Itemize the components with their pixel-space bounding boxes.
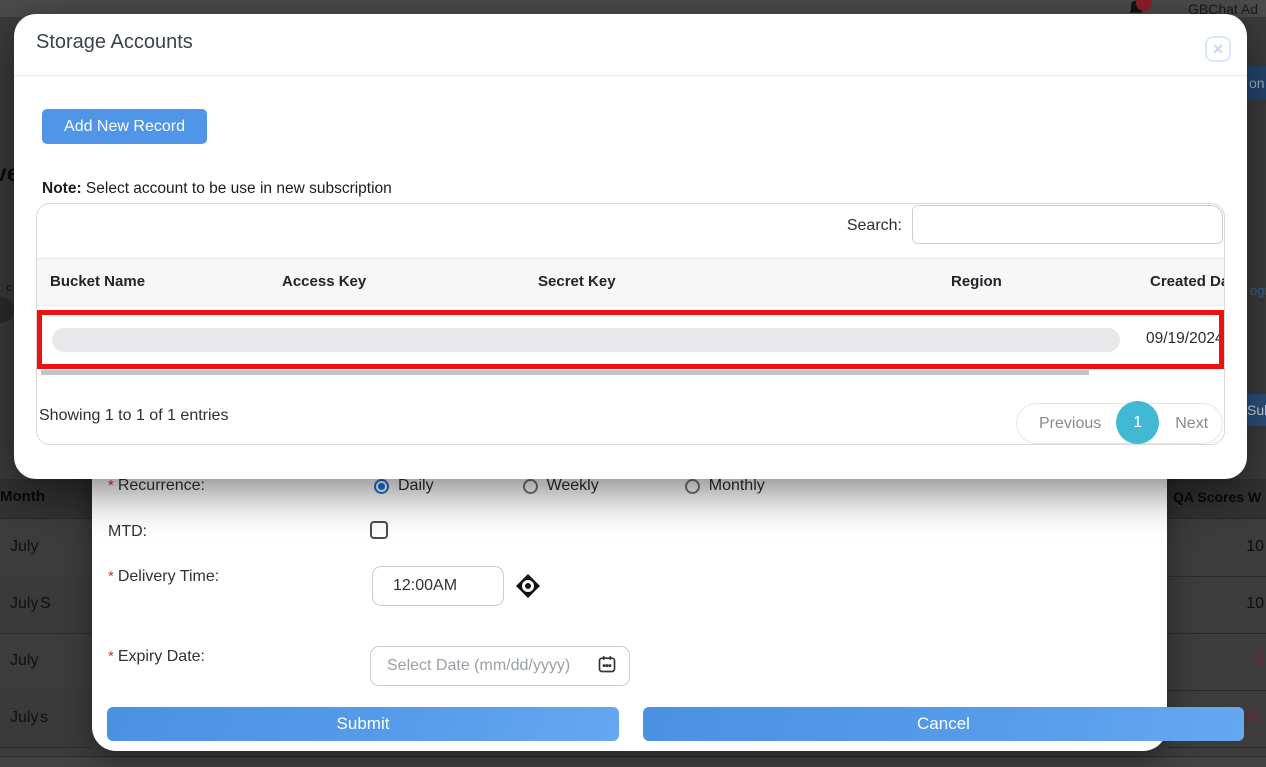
background-avatar-fragment bbox=[0, 297, 14, 323]
recurrence-radio-group: Daily Weekly Monthly bbox=[374, 477, 807, 495]
subscription-modal: *Recurrence: Daily Weekly Monthly MTD: *… bbox=[92, 455, 1167, 751]
delivery-time-input[interactable] bbox=[372, 566, 504, 606]
qa-scores-column-header: QA Scores W bbox=[1167, 479, 1266, 519]
background-text-fragment-small: : c bbox=[0, 282, 12, 294]
accounts-table-card: Search: Bucket Name Access Key Secret Ke… bbox=[36, 203, 1225, 445]
month-cell: July bbox=[10, 538, 38, 556]
required-marker: * bbox=[108, 648, 114, 665]
table-row: 10 bbox=[1167, 576, 1266, 634]
redacted-account-data bbox=[52, 328, 1120, 352]
note-text: Note: Select account to be use in new su… bbox=[42, 180, 392, 198]
column-secret-key[interactable]: Secret Key bbox=[538, 273, 616, 290]
expiry-date-field[interactable] bbox=[370, 646, 630, 686]
radio-monthly-label: Monthly bbox=[709, 477, 765, 495]
background-month-table: Month July July S July July s bbox=[0, 479, 92, 767]
table-entries-info: Showing 1 to 1 of 1 entries bbox=[39, 407, 228, 425]
cell-fragment: S bbox=[40, 595, 51, 613]
table-row: July bbox=[0, 633, 92, 691]
radio-circle-icon[interactable] bbox=[523, 479, 538, 494]
time-picker-handle-icon[interactable] bbox=[516, 574, 540, 598]
calendar-icon[interactable] bbox=[597, 654, 617, 679]
cell-fragment: s bbox=[40, 709, 48, 727]
storage-accounts-modal: Storage Accounts ✕ Add New Record Note: … bbox=[14, 14, 1247, 479]
required-marker: * bbox=[108, 477, 114, 494]
recurrence-label: *Recurrence: bbox=[108, 477, 205, 495]
background-submit-fragment: Sub bbox=[1244, 394, 1266, 426]
background-link-fragment: ogr bbox=[1250, 283, 1266, 298]
screen: GBChat Ad ve : c Month July July S July … bbox=[0, 0, 1266, 767]
table-row: July S bbox=[0, 576, 92, 634]
column-bucket-name[interactable]: Bucket Name bbox=[50, 273, 145, 290]
note-label: Note: bbox=[42, 180, 82, 197]
qa-score-cell: 6 bbox=[1255, 652, 1264, 670]
mtd-checkbox[interactable] bbox=[370, 521, 388, 539]
radio-circle-icon[interactable] bbox=[685, 479, 700, 494]
created-date-cell: 09/19/2024 bbox=[1146, 330, 1224, 348]
month-cell: July bbox=[10, 652, 38, 670]
table-row: July s bbox=[0, 690, 92, 748]
row-shadow bbox=[41, 370, 1089, 375]
expiry-date-label: *Expiry Date: bbox=[108, 648, 205, 666]
pagination-next[interactable]: Next bbox=[1175, 415, 1208, 433]
qa-score-cell: 10 bbox=[1246, 538, 1264, 556]
qa-score-cell: 10 bbox=[1246, 595, 1264, 613]
month-cell: July bbox=[10, 709, 38, 727]
delivery-time-label: *Delivery Time: bbox=[108, 568, 219, 586]
account-row-highlighted[interactable]: 09/19/2024 bbox=[37, 310, 1224, 369]
table-row: July bbox=[0, 519, 92, 577]
radio-daily-label: Daily bbox=[398, 477, 434, 495]
close-icon[interactable]: ✕ bbox=[1205, 36, 1231, 62]
table-row: 10 bbox=[1167, 519, 1266, 577]
search-label: Search: bbox=[847, 217, 902, 235]
month-cell: July bbox=[10, 595, 38, 613]
modal-title: Storage Accounts bbox=[36, 31, 193, 54]
mtd-label: MTD: bbox=[108, 523, 147, 541]
search-input[interactable] bbox=[912, 205, 1223, 244]
table-header-row: Bucket Name Access Key Secret Key Region… bbox=[37, 258, 1224, 306]
radio-weekly[interactable]: Weekly bbox=[523, 477, 599, 495]
column-created-date[interactable]: Created Date bbox=[1150, 273, 1225, 290]
radio-daily[interactable]: Daily bbox=[374, 477, 434, 495]
cancel-button[interactable]: Cancel bbox=[643, 707, 1244, 741]
month-column-header: Month bbox=[0, 479, 92, 519]
add-new-record-button[interactable]: Add New Record bbox=[42, 109, 207, 144]
qa-score-cell: 58. bbox=[1242, 709, 1264, 727]
radio-circle-icon[interactable] bbox=[374, 479, 389, 494]
column-access-key[interactable]: Access Key bbox=[282, 273, 366, 290]
background-bottom-band bbox=[0, 756, 1266, 767]
column-region[interactable]: Region bbox=[951, 273, 1002, 290]
radio-monthly[interactable]: Monthly bbox=[685, 477, 765, 495]
pagination-page-1[interactable]: 1 bbox=[1116, 401, 1159, 444]
required-marker: * bbox=[108, 568, 114, 585]
background-button-fragment: on bbox=[1246, 66, 1266, 100]
submit-button[interactable]: Submit bbox=[107, 707, 619, 741]
pagination: Previous 1 Next bbox=[1016, 403, 1223, 444]
table-row: 6 bbox=[1167, 633, 1266, 691]
pagination-previous[interactable]: Previous bbox=[1039, 415, 1101, 433]
expiry-date-input[interactable] bbox=[385, 656, 597, 676]
radio-weekly-label: Weekly bbox=[547, 477, 599, 495]
modal-header: Storage Accounts ✕ bbox=[14, 14, 1247, 76]
